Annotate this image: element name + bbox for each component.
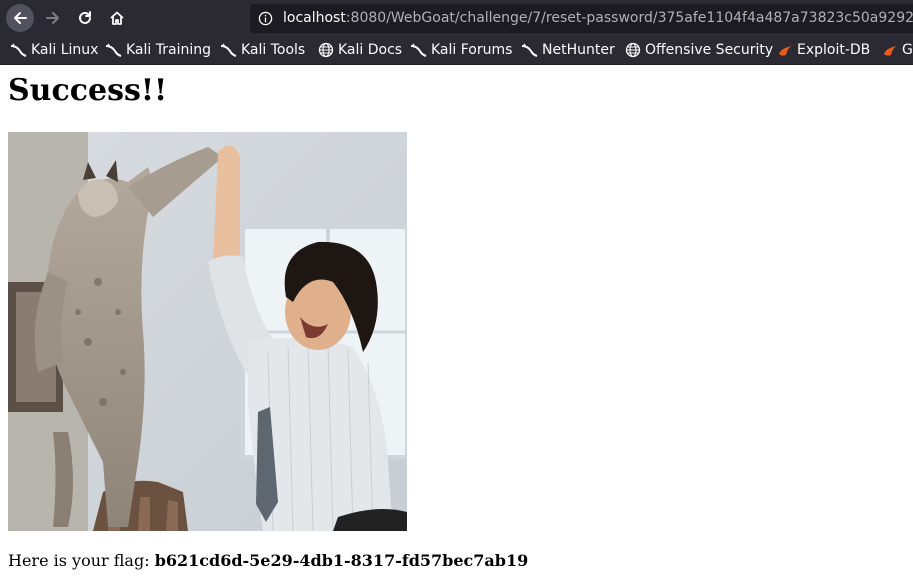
page-title: Success!! — [8, 73, 168, 108]
bookmarks-toolbar: Kali Linux Kali Training Kali Tools Kali… — [0, 36, 913, 65]
globe-icon — [624, 42, 641, 59]
url-path: :8080/WebGoat/challenge/7/reset-password… — [345, 10, 913, 26]
bookmark-exploit-db[interactable]: Exploit-DB — [776, 36, 870, 64]
exploit-db-icon — [881, 42, 898, 59]
bookmark-nethunter[interactable]: NetHunter — [521, 36, 615, 64]
bookmark-label: Kali Forums — [431, 42, 513, 58]
bookmark-kali-docs[interactable]: Kali Docs — [317, 36, 402, 64]
bookmark-label: NetHunter — [542, 42, 615, 58]
url-host: localhost — [283, 10, 346, 26]
arrow-right-icon — [46, 12, 59, 24]
reload-icon — [79, 11, 91, 24]
kali-dragon-icon — [10, 42, 27, 59]
bookmark-label: Kali Linux — [31, 42, 99, 58]
back-button[interactable] — [6, 4, 34, 32]
flag-line: Here is your flag: b621cd6d-5e29-4db1-83… — [8, 549, 528, 573]
bookmark-label: Kali Training — [126, 42, 211, 58]
url-text: localhost:8080/WebGoat/challenge/7/reset… — [283, 4, 913, 33]
forward-button[interactable] — [39, 4, 67, 32]
home-button[interactable] — [103, 4, 131, 32]
bookmark-kali-training[interactable]: Kali Training — [105, 36, 211, 64]
browser-toolbar: localhost:8080/WebGoat/challenge/7/reset… — [0, 0, 913, 36]
success-photo — [8, 132, 407, 531]
bookmark-kali-tools[interactable]: Kali Tools — [220, 36, 305, 64]
home-icon — [110, 11, 124, 25]
bookmark-label: Offensive Security — [645, 42, 774, 58]
bookmark-offensive-security[interactable]: Offensive Security — [624, 36, 773, 64]
globe-icon — [317, 42, 334, 59]
exploit-db-icon — [776, 42, 793, 59]
arrow-left-icon — [14, 12, 27, 24]
kali-dragon-icon — [410, 42, 427, 59]
bookmark-kali-forums[interactable]: Kali Forums — [410, 36, 512, 64]
reload-button[interactable] — [71, 4, 99, 32]
bookmark-label: G — [902, 42, 913, 58]
bookmark-g[interactable]: G — [881, 36, 913, 64]
kali-dragon-icon — [220, 42, 237, 59]
bookmark-kali-linux[interactable]: Kali Linux — [10, 36, 98, 64]
bookmark-label: Kali Tools — [241, 42, 306, 58]
flag-value: b621cd6d-5e29-4db1-8317-fd57bec7ab19 — [154, 551, 529, 570]
info-icon[interactable] — [258, 11, 273, 26]
flag-prefix: Here is your flag: — [8, 551, 155, 570]
bookmark-label: Kali Docs — [338, 42, 403, 58]
bookmark-label: Exploit-DB — [797, 42, 871, 58]
kali-dragon-icon — [521, 42, 538, 59]
url-bar[interactable]: localhost:8080/WebGoat/challenge/7/reset… — [250, 4, 913, 33]
kali-dragon-icon — [105, 42, 122, 59]
